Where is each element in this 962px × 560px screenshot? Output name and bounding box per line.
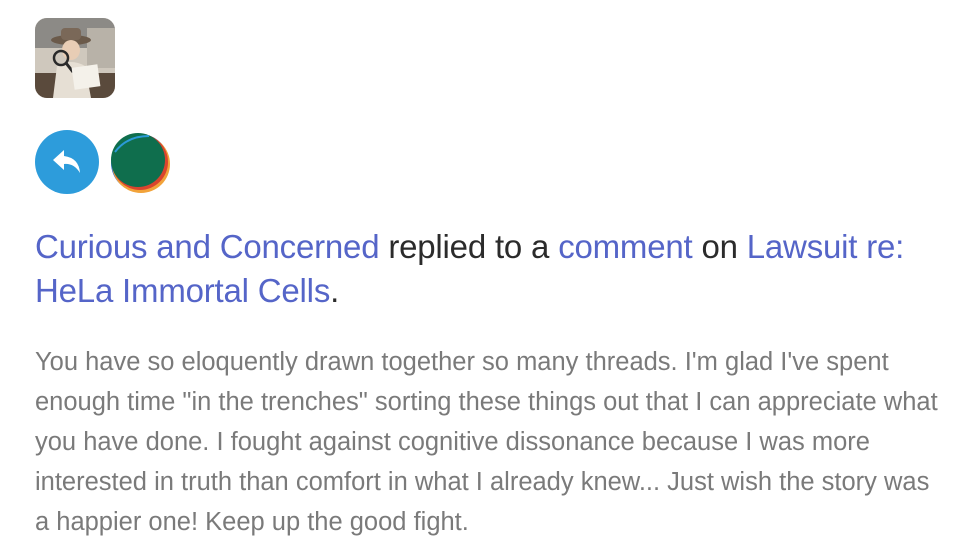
headline-period: .: [330, 272, 340, 309]
publication-logo-icon[interactable]: [107, 130, 171, 194]
reply-arrow-icon: [35, 130, 99, 194]
comment-text: You have so eloquently drawn together so…: [35, 348, 938, 536]
comment-link[interactable]: comment: [558, 228, 693, 265]
actor-link[interactable]: Curious and Concerned: [35, 228, 380, 265]
reply-arrow-glyph: [53, 150, 80, 173]
preposition-text: on: [701, 228, 738, 265]
avatar-photo-icon: [35, 18, 115, 98]
notification-icons: [35, 130, 171, 194]
user-avatar[interactable]: [35, 18, 115, 98]
notification-headline: Curious and Concerned replied to a comme…: [35, 225, 955, 313]
verb-text: replied to a: [388, 228, 550, 265]
